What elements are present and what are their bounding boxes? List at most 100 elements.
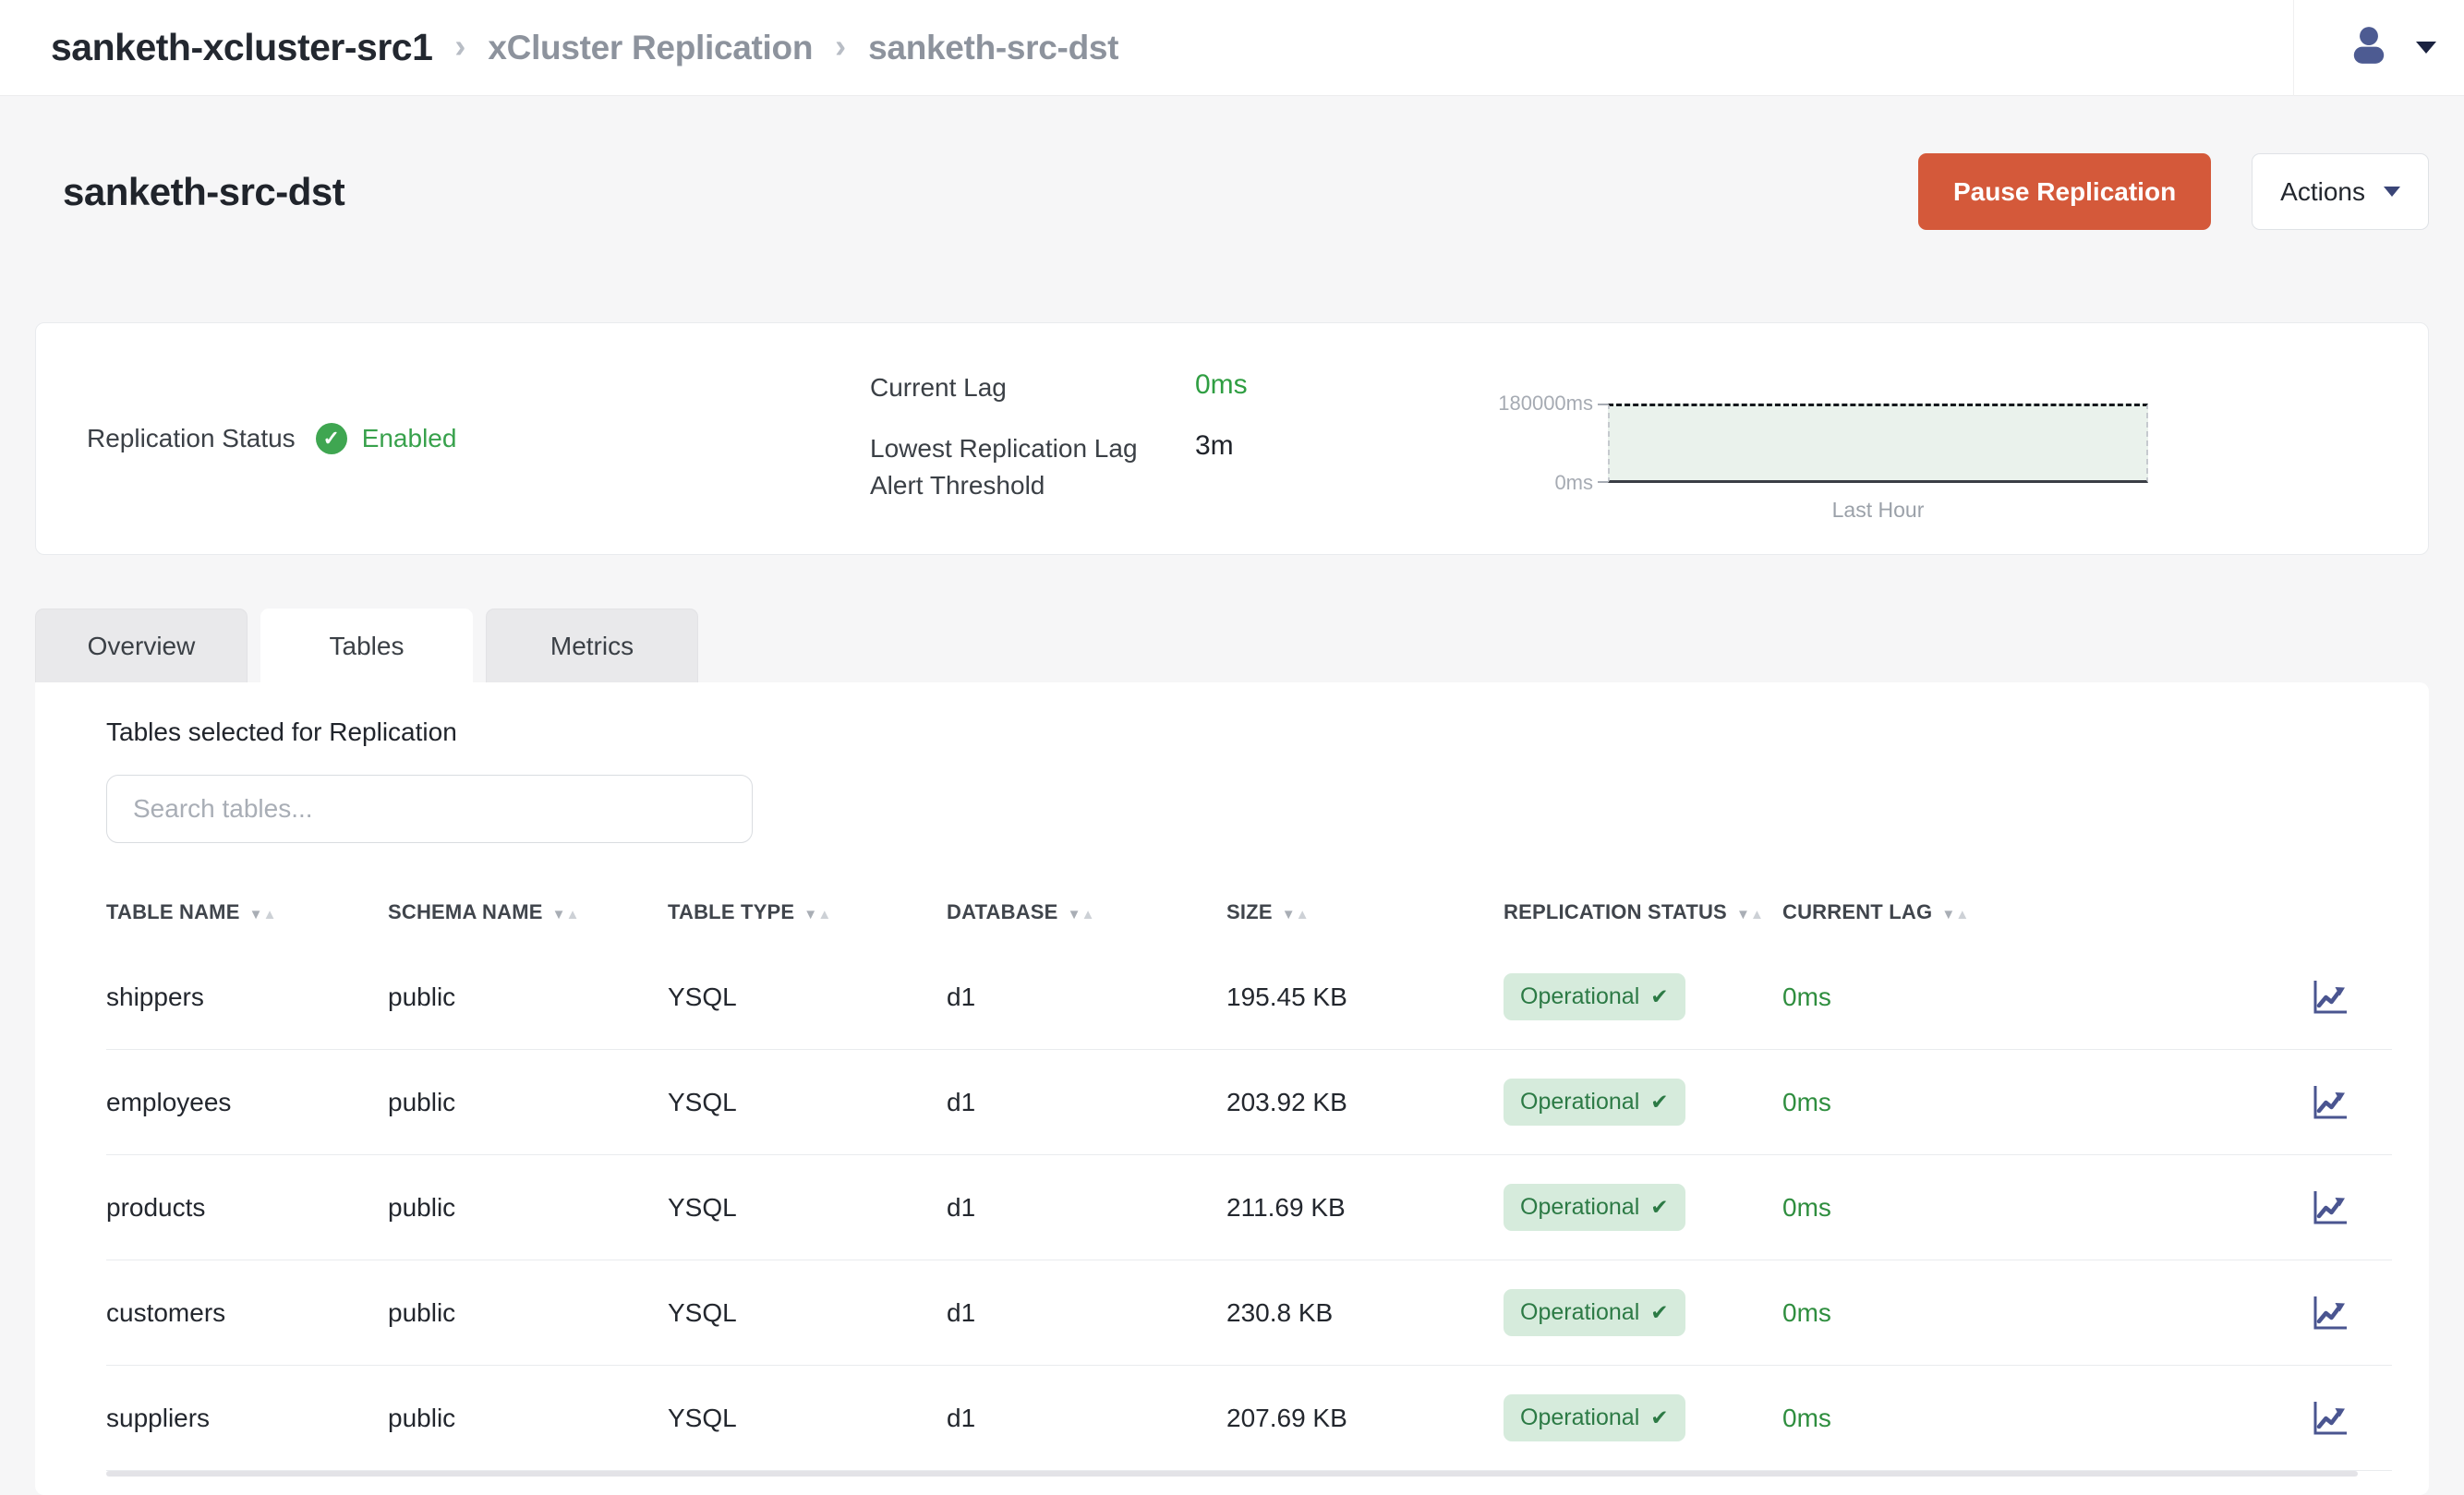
lag-graph-button[interactable]: [2310, 1082, 2350, 1123]
chevron-down-icon: [2384, 187, 2400, 197]
header-actions: Pause Replication Actions: [1918, 153, 2429, 230]
cell-current-lag: 0ms: [1782, 1298, 2182, 1328]
lag-graph-button[interactable]: [2310, 1188, 2350, 1228]
sort-icons: ▼▲: [249, 907, 277, 922]
lag-alert-threshold-value: 3m: [1195, 430, 1234, 504]
search-input[interactable]: [106, 775, 753, 843]
table-row: products public YSQL d1 211.69 KB Operat…: [106, 1155, 2392, 1260]
cell-current-lag: 0ms: [1782, 983, 2182, 1012]
table-row: employees public YSQL d1 203.92 KB Opera…: [106, 1050, 2392, 1155]
cell-database: d1: [947, 1298, 1226, 1328]
lag-chart-section: 180000ms 0ms Last Hour: [1466, 323, 2428, 554]
column-header-table-type[interactable]: TABLE TYPE▼▲: [668, 900, 947, 924]
lag-summary-section: Current Lag 0ms Lowest Replication Lag A…: [819, 323, 1466, 554]
top-nav: sanketh-xcluster-src1 › xCluster Replica…: [0, 0, 2464, 96]
column-header-schema-name[interactable]: SCHEMA NAME▼▲: [388, 900, 668, 924]
lag-graph-button[interactable]: [2310, 1293, 2350, 1333]
cell-current-lag: 0ms: [1782, 1404, 2182, 1433]
status-badge: Operational✔: [1504, 973, 1685, 1020]
cell-table-type: YSQL: [668, 1404, 947, 1433]
lag-chart-x-label: Last Hour: [1608, 498, 2148, 523]
column-header-current-lag[interactable]: CURRENT LAG▼▲: [1782, 900, 2182, 924]
horizontal-scrollbar[interactable]: [106, 1471, 2358, 1477]
line-chart-icon: [2310, 1217, 2350, 1231]
chevron-down-icon: [2416, 42, 2436, 54]
lag-alert-threshold-label: Lowest Replication Lag Alert Threshold: [870, 430, 1195, 504]
column-header-replication-status[interactable]: REPLICATION STATUS▼▲: [1504, 900, 1782, 924]
breadcrumb-cluster[interactable]: sanketh-xcluster-src1: [51, 26, 432, 69]
line-chart-icon: [2310, 1112, 2350, 1126]
cell-table-name: shippers: [106, 983, 388, 1012]
cell-table-name: products: [106, 1193, 388, 1223]
breadcrumb: sanketh-xcluster-src1 › xCluster Replica…: [51, 26, 1118, 69]
column-header-table-name[interactable]: TABLE NAME▼▲: [106, 900, 388, 924]
page-title: sanketh-src-dst: [63, 170, 344, 214]
breadcrumb-section[interactable]: xCluster Replication: [488, 29, 813, 67]
tab-bar: Overview Tables Metrics: [35, 609, 2429, 682]
nav-right: [2293, 0, 2464, 95]
cell-schema-name: public: [388, 1404, 668, 1433]
cell-table-name: employees: [106, 1088, 388, 1117]
line-chart-icon: [2310, 1428, 2350, 1441]
cell-database: d1: [947, 983, 1226, 1012]
cell-size: 230.8 KB: [1226, 1298, 1504, 1328]
cell-size: 195.45 KB: [1226, 983, 1504, 1012]
pause-replication-button[interactable]: Pause Replication: [1918, 153, 2211, 230]
table-row: shippers public YSQL d1 195.45 KB Operat…: [106, 945, 2392, 1050]
y-min-label: 0ms: [1554, 471, 1593, 495]
cell-table-type: YSQL: [668, 983, 947, 1012]
user-icon: [2348, 24, 2390, 71]
cell-size: 211.69 KB: [1226, 1193, 1504, 1223]
cell-schema-name: public: [388, 1193, 668, 1223]
sort-icons: ▼▲: [1736, 907, 1764, 922]
cell-schema-name: public: [388, 1298, 668, 1328]
sort-icons: ▼▲: [1282, 907, 1310, 922]
check-circle-icon: ✓: [316, 423, 347, 454]
cell-current-lag: 0ms: [1782, 1193, 2182, 1223]
lag-chart-y-axis: 180000ms 0ms: [1466, 404, 1608, 483]
sort-icons: ▼▲: [552, 907, 580, 922]
breadcrumb-separator-icon: ›: [454, 27, 465, 66]
status-badge: Operational✔: [1504, 1289, 1685, 1336]
breadcrumb-current: sanketh-src-dst: [868, 29, 1118, 67]
replication-status-card: Replication Status ✓ Enabled Current Lag…: [35, 322, 2429, 555]
y-tick: [1598, 404, 1608, 405]
tab-metrics[interactable]: Metrics: [486, 609, 698, 682]
cell-size: 207.69 KB: [1226, 1404, 1504, 1433]
cell-database: d1: [947, 1404, 1226, 1433]
cell-size: 203.92 KB: [1226, 1088, 1504, 1117]
cell-schema-name: public: [388, 983, 668, 1012]
tables-panel: Tables selected for Replication TABLE NA…: [35, 682, 2429, 1495]
current-lag-value: 0ms: [1195, 369, 1248, 406]
y-max-label: 180000ms: [1498, 392, 1593, 416]
lag-graph-button[interactable]: [2310, 977, 2350, 1018]
check-icon: ✔: [1650, 1195, 1668, 1220]
user-menu[interactable]: [2294, 24, 2464, 71]
lag-graph-button[interactable]: [2310, 1398, 2350, 1439]
status-badge: Operational✔: [1504, 1394, 1685, 1441]
lag-chart-plot: [1608, 404, 2148, 483]
status-badge: Operational✔: [1504, 1184, 1685, 1231]
check-icon: ✔: [1650, 1300, 1668, 1325]
sort-icons: ▼▲: [1941, 907, 1969, 922]
column-header-size[interactable]: SIZE▼▲: [1226, 900, 1504, 924]
tab-tables[interactable]: Tables: [260, 609, 473, 682]
check-icon: ✔: [1650, 1090, 1668, 1115]
line-chart-icon: [2310, 1007, 2350, 1020]
sort-icons: ▼▲: [803, 907, 831, 922]
tab-overview[interactable]: Overview: [35, 609, 248, 682]
column-header-database[interactable]: DATABASE▼▲: [947, 900, 1226, 924]
check-icon: ✔: [1650, 984, 1668, 1009]
cell-table-name: customers: [106, 1298, 388, 1328]
table-header-row: TABLE NAME▼▲ SCHEMA NAME▼▲ TABLE TYPE▼▲ …: [106, 880, 2392, 945]
cell-database: d1: [947, 1088, 1226, 1117]
current-lag-label: Current Lag: [870, 369, 1195, 406]
cell-current-lag: 0ms: [1782, 1088, 2182, 1117]
line-chart-icon: [2310, 1322, 2350, 1336]
replication-status-section: Replication Status ✓ Enabled: [36, 323, 819, 554]
replication-status-value: Enabled: [362, 424, 457, 453]
table-row: suppliers public YSQL d1 207.69 KB Opera…: [106, 1366, 2392, 1471]
actions-button[interactable]: Actions: [2252, 153, 2429, 230]
y-tick: [1598, 481, 1608, 483]
cell-schema-name: public: [388, 1088, 668, 1117]
